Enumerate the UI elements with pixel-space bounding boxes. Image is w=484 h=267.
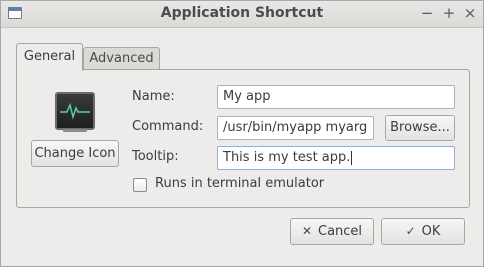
application-shortcut-dialog: Application Shortcut − + × General Advan… (0, 0, 484, 267)
minimize-button[interactable]: − (418, 4, 436, 22)
cancel-button[interactable]: ✕ Cancel (290, 218, 374, 245)
checkmark-icon: ✓ (405, 224, 416, 238)
name-label: Name: (132, 89, 175, 104)
title-bar[interactable]: Application Shortcut − + × (1, 1, 483, 28)
tab-advanced[interactable]: Advanced (83, 47, 160, 70)
x-icon: ✕ (301, 224, 312, 238)
ok-button[interactable]: ✓ OK (381, 218, 465, 245)
change-icon-button[interactable]: Change Icon (31, 140, 119, 167)
name-field[interactable]: My app (217, 85, 455, 109)
general-panel: Change Icon Name: My app Command: /usr/b… (16, 69, 470, 208)
tooltip-field-text: This is my test app. (223, 150, 351, 165)
browse-button[interactable]: Browse... (385, 115, 455, 141)
text-caret (351, 150, 353, 165)
activity-monitor-icon (55, 92, 95, 130)
window-title: Application Shortcut (160, 5, 324, 21)
command-label: Command: (132, 119, 204, 134)
tooltip-label: Tooltip: (132, 149, 179, 164)
maximize-button[interactable]: + (440, 4, 458, 22)
cancel-button-label: Cancel (318, 224, 363, 239)
terminal-checkbox[interactable] (133, 178, 147, 192)
monitor-stand (63, 129, 87, 132)
ok-button-label: OK (421, 224, 441, 239)
tab-general[interactable]: General (16, 43, 83, 71)
command-field[interactable]: /usr/bin/myapp myarg (217, 116, 374, 140)
terminal-checkbox-label[interactable]: Runs in terminal emulator (155, 176, 324, 191)
close-button[interactable]: × (461, 4, 479, 22)
tooltip-field[interactable]: This is my test app. (217, 146, 455, 170)
